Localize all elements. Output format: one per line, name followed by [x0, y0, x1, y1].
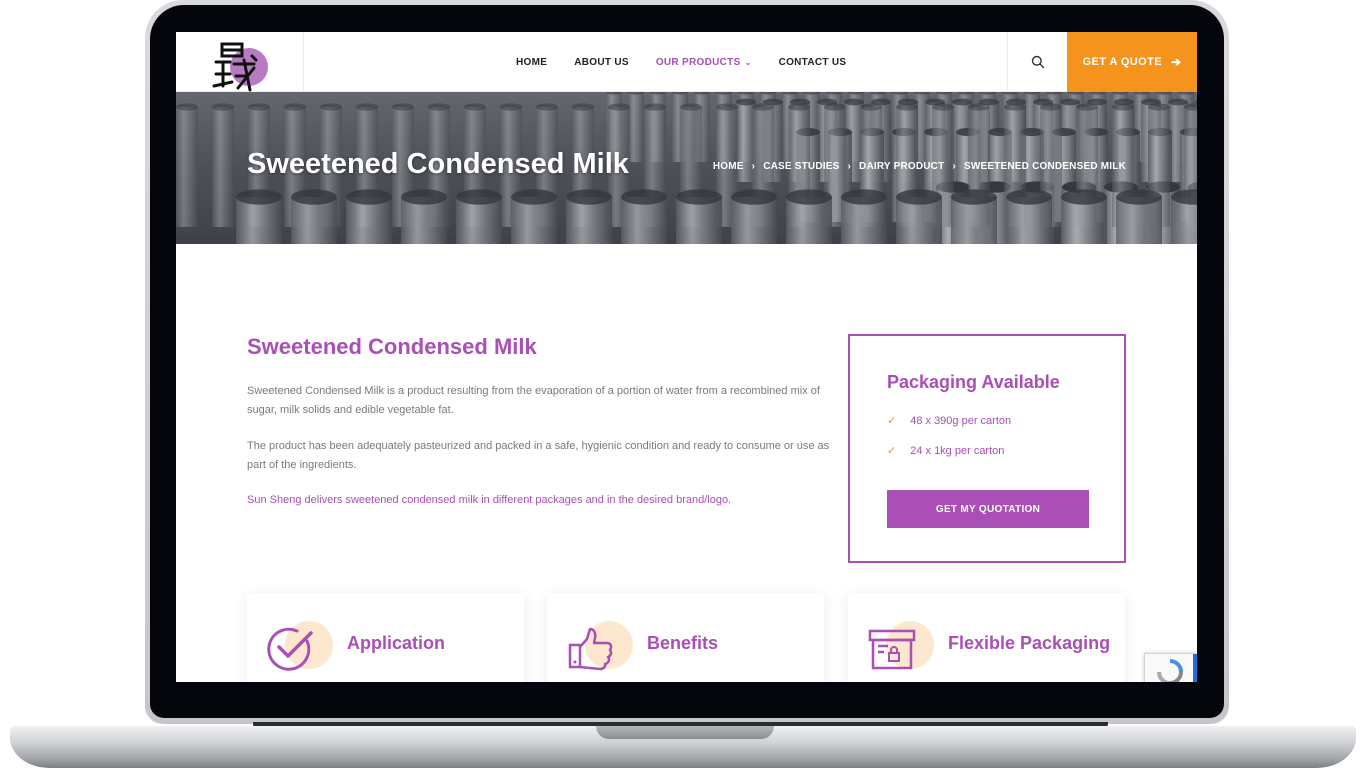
- site-header: HOME ABOUT US OUR PRODUCTS ⌄ CONTACT US G…: [176, 32, 1197, 92]
- feature-card-application: Application: [247, 593, 524, 682]
- packaging-box: Packaging Available ✓ 48 x 390g per cart…: [848, 334, 1126, 563]
- card-title: Application: [347, 633, 445, 653]
- feature-card-flexible-packaging: Flexible Packaging: [848, 593, 1125, 682]
- nav-label: HOME: [516, 56, 548, 68]
- packaging-item-label: 24 x 1kg per carton: [910, 444, 1005, 457]
- page-title: Sweetened Condensed Milk: [247, 148, 629, 180]
- recaptcha-badge[interactable]: [1144, 653, 1197, 682]
- packaging-item: ✓ 48 x 390g per carton: [887, 414, 1012, 428]
- feature-card-benefits: Benefits: [547, 593, 824, 682]
- arrow-right-icon: ➔: [1170, 55, 1182, 69]
- thumbs-up-icon: [568, 627, 613, 671]
- product-description: The product has been adequately pasteuri…: [247, 440, 830, 471]
- product-title: Sweetened Condensed Milk: [247, 334, 537, 359]
- recaptcha-icon: [1157, 659, 1183, 682]
- quote-button-label: GET A QUOTE: [1082, 56, 1162, 68]
- laptop-notch: [596, 726, 774, 739]
- chevron-down-icon: ⌄: [744, 57, 752, 67]
- nav-label: ABOUT US: [574, 56, 629, 68]
- nav-label: OUR PRODUCTS: [655, 56, 741, 68]
- checkmark-circle-icon: [267, 627, 313, 671]
- card-title: Benefits: [647, 633, 719, 653]
- check-icon: ✓: [887, 415, 897, 427]
- main-nav: HOME ABOUT US OUR PRODUCTS ⌄ CONTACT US: [516, 32, 873, 92]
- page-hero: Sweetened Condensed Milk HOME › CASE STU…: [176, 92, 1197, 244]
- product-description: Sweetened Condensed Milk is a product re…: [247, 385, 820, 416]
- get-my-quotation-button[interactable]: GET MY QUOTATION: [887, 490, 1089, 528]
- chevron-right-icon: ›: [952, 161, 956, 172]
- breadcrumb-dairy-product[interactable]: DAIRY PRODUCT: [859, 161, 944, 172]
- chevron-right-icon: ›: [847, 161, 852, 172]
- nav-label: CONTACT US: [778, 56, 847, 68]
- get-a-quote-button[interactable]: GET A QUOTE ➔: [1067, 32, 1197, 92]
- chevron-right-icon: ›: [751, 161, 756, 172]
- nav-item-our-products[interactable]: OUR PRODUCTS ⌄: [656, 57, 752, 68]
- package-box-icon: [868, 629, 916, 670]
- nav-item-home[interactable]: HOME: [516, 57, 547, 68]
- breadcrumb-current: SWEETENED CONDENSED MILK: [963, 161, 1126, 172]
- check-icon: ✓: [887, 445, 897, 457]
- search-icon: [1031, 55, 1044, 69]
- product-highlight: Sun Sheng delivers sweetened condensed m…: [247, 494, 732, 506]
- nav-item-about-us[interactable]: ABOUT US: [574, 57, 629, 68]
- packaging-item-label: 48 x 390g per carton: [910, 414, 1012, 427]
- nav-item-contact-us[interactable]: CONTACT US: [779, 57, 847, 68]
- breadcrumb-case-studies[interactable]: CASE STUDIES: [763, 161, 839, 172]
- breadcrumb-home[interactable]: HOME: [713, 161, 744, 172]
- recaptcha-bar: [1193, 654, 1197, 682]
- logo-glyph-icon: [212, 42, 258, 92]
- site-logo[interactable]: [176, 32, 304, 92]
- search-button[interactable]: [1007, 32, 1067, 92]
- packaging-title: Packaging Available: [887, 372, 1060, 392]
- card-title: Flexible Packaging: [948, 633, 1111, 653]
- browser-viewport: HOME ABOUT US OUR PRODUCTS ⌄ CONTACT US G…: [176, 32, 1197, 682]
- packaging-item: ✓ 24 x 1kg per carton: [887, 444, 1005, 458]
- breadcrumb: HOME › CASE STUDIES › DAIRY PRODUCT › SW…: [713, 161, 1126, 172]
